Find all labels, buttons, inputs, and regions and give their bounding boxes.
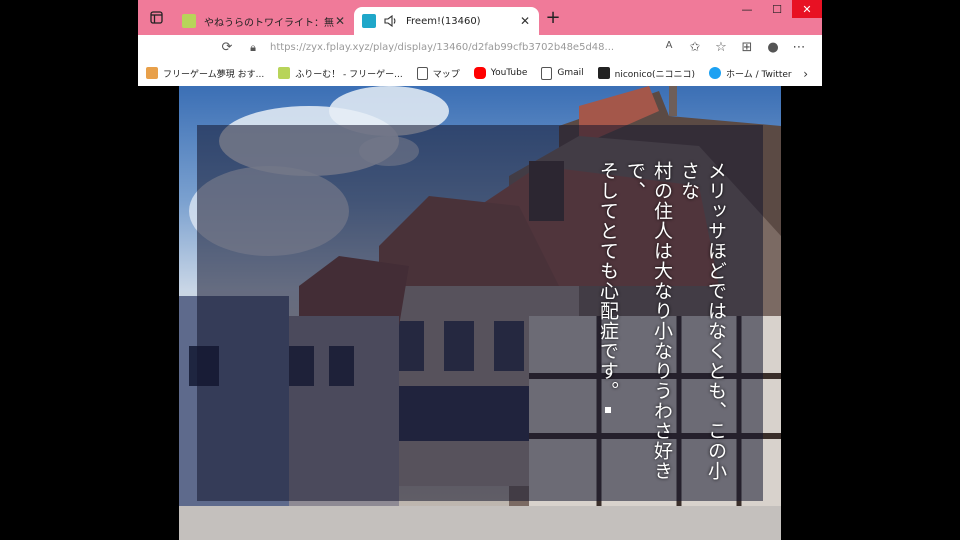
- extension-icon[interactable]: ✩: [682, 40, 708, 55]
- profile-icon[interactable]: ●: [760, 40, 786, 55]
- bookmark-label: niconico(ニコニコ): [614, 69, 695, 80]
- bookmark-label: ふりーむ！ - フリーゲー...: [295, 69, 403, 80]
- address-bar: ⟳ 🔒︎ https://zyx.fplay.xyz/play/display/…: [138, 35, 822, 60]
- tab-yaneura[interactable]: やねうらのトワイライト：無料ゲーム配 ✕: [174, 7, 354, 35]
- tab-freem[interactable]: Freem!(13460) ✕: [354, 7, 539, 35]
- page-icon: [416, 66, 428, 80]
- speaker-icon[interactable]: [384, 15, 398, 27]
- freem-icon: [278, 67, 291, 79]
- url-input[interactable]: https://zyx.fplay.xyz/play/display/13460…: [266, 42, 656, 53]
- bookmark-item[interactable]: ふりーむ！ - フリーゲー...: [278, 67, 403, 80]
- lock-icon[interactable]: 🔒︎: [240, 41, 266, 55]
- window-controls: — ☐ ✕: [732, 0, 822, 18]
- dialogue-line: 村の住人は大なり小なりうわさ好きで、: [624, 161, 673, 481]
- maximize-button[interactable]: ☐: [762, 0, 792, 18]
- niconico-icon: [597, 67, 610, 79]
- tab-title: やねうらのトワイライト：無料ゲーム配: [204, 17, 334, 29]
- twitter-icon: [708, 67, 721, 79]
- read-aloud-icon[interactable]: A: [656, 40, 682, 55]
- bookmark-item[interactable]: YouTube: [473, 67, 528, 79]
- continue-cursor-icon: [605, 407, 611, 413]
- minimize-button[interactable]: —: [732, 0, 762, 18]
- tab-actions-icon: [149, 11, 163, 24]
- close-window-button[interactable]: ✕: [792, 0, 822, 18]
- bookmark-item[interactable]: niconico(ニコニコ): [597, 67, 695, 80]
- new-tab-button[interactable]: +: [539, 7, 567, 28]
- bookmarks-bar: フリーゲーム夢現 おす... ふりーむ！ - フリーゲー... マップ YouT…: [138, 60, 822, 86]
- favorites-icon[interactable]: ☆: [708, 40, 734, 55]
- close-icon[interactable]: ✕: [334, 14, 346, 28]
- bookmark-label: Gmail: [557, 68, 584, 78]
- refresh-icon[interactable]: ⟳: [214, 40, 240, 55]
- dialogue-line-text: そしてとても心配症です。: [597, 161, 619, 401]
- tab-title: Freem!(13460): [406, 15, 481, 27]
- close-icon[interactable]: ✕: [519, 14, 531, 28]
- dialogue-text: メリッサほどではなくとも、この小さな 村の住人は大なり小なりうわさ好きで、 そし…: [594, 161, 729, 481]
- bookmark-label: YouTube: [490, 68, 528, 78]
- freem-favicon-icon: [182, 14, 196, 28]
- tab-bar: やねうらのトワイライト：無料ゲーム配 ✕ Freem!(13460) ✕ + —…: [138, 0, 822, 35]
- chevron-right-icon[interactable]: ›: [803, 67, 808, 81]
- freem-favicon-icon: [362, 14, 376, 28]
- bookmark-label: フリーゲーム夢現 おす...: [163, 69, 265, 80]
- dialogue-box[interactable]: メリッサほどではなくとも、この小さな 村の住人は大なり小なりうわさ好きで、 そし…: [197, 125, 763, 501]
- bookmark-label: ホーム / Twitter: [725, 69, 792, 80]
- youtube-icon: [473, 67, 486, 79]
- dialogue-line: メリッサほどではなくとも、この小さな: [678, 161, 727, 481]
- bookmark-label: マップ: [432, 69, 460, 80]
- face-icon: [146, 67, 158, 79]
- tab-actions-button[interactable]: [138, 0, 174, 35]
- bookmark-item[interactable]: フリーゲーム夢現 おす...: [146, 67, 264, 80]
- more-menu-icon[interactable]: ⋯: [786, 40, 812, 55]
- bookmark-item[interactable]: Gmail: [541, 66, 584, 80]
- browser-window: やねうらのトワイライト：無料ゲーム配 ✕ Freem!(13460) ✕ + —…: [138, 0, 822, 86]
- collections-icon[interactable]: ⊞: [734, 40, 760, 55]
- bookmark-item[interactable]: マップ: [416, 66, 460, 80]
- page-icon: [541, 66, 553, 80]
- bookmark-item[interactable]: ホーム / Twitter: [708, 67, 792, 80]
- dialogue-line: そしてとても心配症です。: [594, 161, 621, 481]
